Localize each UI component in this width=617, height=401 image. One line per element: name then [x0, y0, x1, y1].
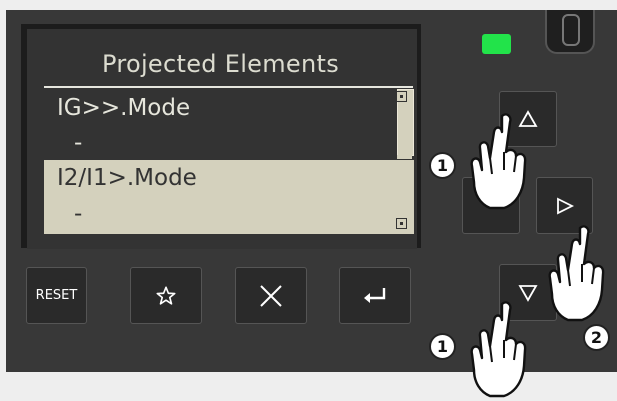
step-badge: 1 — [429, 152, 456, 179]
list-item-selected[interactable]: I2/I1>.Mode — [44, 160, 406, 196]
favorite-button[interactable] — [130, 267, 202, 324]
usb-port — [545, 10, 595, 54]
list-item-value-text: - — [74, 201, 83, 227]
cancel-button[interactable] — [235, 267, 307, 324]
enter-button[interactable] — [339, 267, 411, 324]
lcd-display: Projected Elements IG>>.Mode - I2/I1>.Mo… — [27, 29, 417, 249]
status-led — [482, 34, 511, 54]
scroll-up-marker — [396, 91, 407, 102]
reset-button[interactable]: RESET — [26, 267, 87, 324]
pointing-hand-icon — [548, 225, 605, 322]
star-icon — [155, 285, 177, 307]
screen-title: Projected Elements — [101, 50, 339, 78]
reset-label: RESET — [35, 288, 78, 303]
list-item-label: I2/I1>.Mode — [57, 165, 197, 191]
close-icon — [258, 283, 284, 309]
list-item-value: - — [44, 196, 406, 232]
scroll-down-marker — [396, 218, 407, 229]
pointing-hand-icon — [470, 301, 527, 398]
pointing-hand-icon — [470, 113, 527, 210]
list-item[interactable]: IG>>.Mode — [44, 90, 406, 126]
step-badge: 2 — [583, 324, 610, 351]
list-item-value-text: - — [74, 130, 83, 156]
triangle-right-icon — [555, 196, 575, 216]
step-badge: 1 — [429, 333, 456, 360]
enter-icon — [362, 286, 388, 306]
list-item-value: - — [44, 125, 406, 161]
list-item-label: IG>>.Mode — [57, 95, 191, 121]
title-divider — [44, 86, 413, 88]
scrollbar-tick — [397, 155, 412, 159]
